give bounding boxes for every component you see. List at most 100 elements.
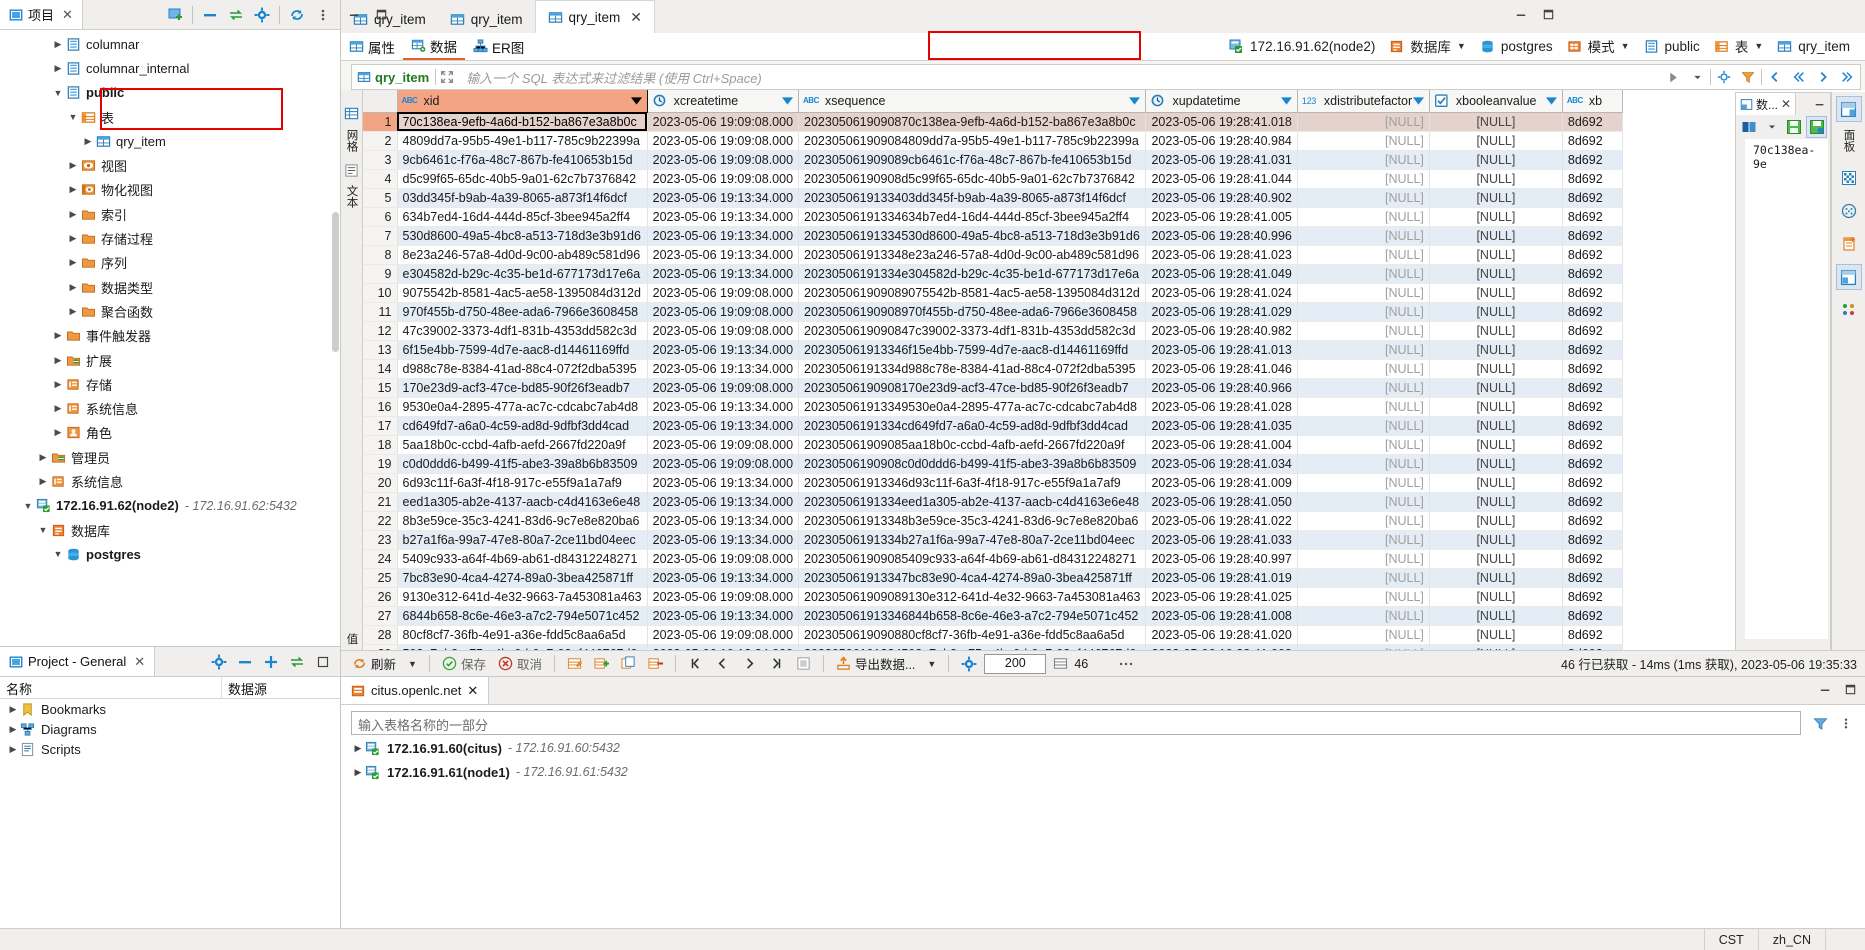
cell-xbooleanvalue[interactable]: [NULL] <box>1429 397 1562 416</box>
cell-xcreatetime[interactable]: 2023-05-06 19:09:08.000 <box>647 378 798 397</box>
minimize-icon[interactable] <box>348 8 361 21</box>
chevron-right-icon[interactable]: ▶ <box>6 704 20 715</box>
cell-xb[interactable]: 8d692 <box>1562 302 1622 321</box>
cell-xdistributefactor[interactable]: [NULL] <box>1297 131 1429 150</box>
row-number[interactable]: 9 <box>363 264 397 283</box>
chevron-right-icon[interactable]: ▶ <box>51 330 65 341</box>
value-panel-content[interactable]: 70c138ea-9e <box>1738 139 1828 639</box>
tree-node[interactable]: ▶索引 <box>0 202 340 226</box>
refresh-icon[interactable] <box>284 2 310 28</box>
cell-xbooleanvalue[interactable]: [NULL] <box>1429 264 1562 283</box>
cell-xb[interactable]: 8d692 <box>1562 112 1622 131</box>
cell-xid[interactable]: eed1a305-ab2e-4137-aacb-c4d4163e6e48 <box>397 492 647 511</box>
result-grid[interactable]: ABCxidxcreatetimeABCxsequencexupdatetime… <box>363 90 1865 676</box>
chevron-down-icon[interactable]: ▼ <box>51 549 65 559</box>
editor-subtab[interactable]: 数据 <box>403 33 465 60</box>
column-header[interactable]: xupdatetime <box>1146 90 1297 112</box>
cell-xb[interactable]: 8d692 <box>1562 397 1622 416</box>
cell-xcreatetime[interactable]: 2023-05-06 19:09:08.000 <box>647 587 798 606</box>
row-number[interactable]: 23 <box>363 530 397 549</box>
nav-forward-all-icon[interactable] <box>1836 66 1858 88</box>
cell-xbooleanvalue[interactable]: [NULL] <box>1429 188 1562 207</box>
cell-xbooleanvalue[interactable]: [NULL] <box>1429 435 1562 454</box>
table-row[interactable]: 9e304582d-b29c-4c35-be1d-677173d17e6a202… <box>363 264 1622 283</box>
tree-node[interactable]: ▶columnar_internal <box>0 56 340 80</box>
row-number[interactable]: 22 <box>363 511 397 530</box>
cell-xid[interactable]: 6844b658-8c6e-46e3-a7c2-794e5071c452 <box>397 606 647 625</box>
settings-gear-icon[interactable] <box>249 2 275 28</box>
chevron-down-icon[interactable]: ▼ <box>36 525 50 535</box>
chevron-right-icon[interactable]: ▶ <box>66 257 80 268</box>
cell-xdistributefactor[interactable]: [NULL] <box>1297 359 1429 378</box>
cell-xupdatetime[interactable]: 2023-05-06 19:28:41.009 <box>1146 473 1297 492</box>
cell-xupdatetime[interactable]: 2023-05-06 19:28:41.013 <box>1146 340 1297 359</box>
more-options-icon[interactable] <box>1113 653 1139 675</box>
minimize-icon[interactable] <box>1515 8 1528 21</box>
text-view-icon[interactable] <box>344 163 359 178</box>
table-row[interactable]: 11970f455b-d750-48ee-ada6-7966e360845820… <box>363 302 1622 321</box>
cancel-button[interactable]: 取消 <box>493 653 547 675</box>
close-icon[interactable]: ✕ <box>62 7 73 23</box>
cell-xb[interactable]: 8d692 <box>1562 150 1622 169</box>
result-filter-bar[interactable]: qry_item 输入一个 SQL 表达式来过滤结果 (使用 Ctrl+Spac… <box>351 64 1861 90</box>
cell-xsequence[interactable]: 202305061909085aa18b0c-ccbd-4afb-aefd-26… <box>799 435 1146 454</box>
nav-forward-icon[interactable] <box>1812 66 1834 88</box>
database-selector[interactable]: 数据库 ▼ <box>1382 36 1472 56</box>
row-number[interactable]: 20 <box>363 473 397 492</box>
cell-xid[interactable]: 7bc83e90-4ca4-4274-89a0-3bea425871ff <box>397 568 647 587</box>
cell-xb[interactable]: 8d692 <box>1562 378 1622 397</box>
cell-xid[interactable]: 8e23a246-57a8-4d0d-9c00-ab489c581d96 <box>397 245 647 264</box>
tree-node[interactable]: ▼表 <box>0 105 340 129</box>
tree-node[interactable]: ▼postgres <box>0 542 340 566</box>
chevron-right-icon[interactable]: ▶ <box>66 306 80 317</box>
cell-xcreatetime[interactable]: 2023-05-06 19:13:34.000 <box>647 416 798 435</box>
cell-xdistributefactor[interactable]: [NULL] <box>1297 264 1429 283</box>
cell-xb[interactable]: 8d692 <box>1562 169 1622 188</box>
grid-view-icon[interactable] <box>344 106 359 121</box>
cell-xid[interactable]: c0d0ddd6-b499-41f5-abe3-39a8b6b83509 <box>397 454 647 473</box>
chevron-down-icon[interactable]: ▼ <box>1754 41 1763 51</box>
grid-settings-icon[interactable] <box>1836 165 1862 191</box>
cell-xcreatetime[interactable]: 2023-05-06 19:13:34.000 <box>647 492 798 511</box>
cell-xcreatetime[interactable]: 2023-05-06 19:09:08.000 <box>647 131 798 150</box>
record-mode-icon[interactable] <box>1836 198 1862 224</box>
link-editor-icon[interactable] <box>223 2 249 28</box>
value-view-label[interactable]: 值 <box>344 633 360 645</box>
chevron-right-icon[interactable]: ▶ <box>36 476 50 487</box>
cell-xupdatetime[interactable]: 2023-05-06 19:28:41.031 <box>1146 150 1297 169</box>
row-number[interactable]: 8 <box>363 245 397 264</box>
schema-selector[interactable]: 模式 ▼ <box>1560 36 1637 56</box>
cell-xbooleanvalue[interactable]: [NULL] <box>1429 226 1562 245</box>
cell-xbooleanvalue[interactable]: [NULL] <box>1429 359 1562 378</box>
filter-input[interactable]: 输入一个 SQL 表达式来过滤结果 (使用 Ctrl+Space) <box>458 68 1662 87</box>
save-button[interactable]: 保存 <box>437 653 491 675</box>
cell-xid[interactable]: 6f15e4bb-7599-4d7e-aac8-d14461169ffd <box>397 340 647 359</box>
nav-back-all-icon[interactable] <box>1788 66 1810 88</box>
cell-xbooleanvalue[interactable]: [NULL] <box>1429 378 1562 397</box>
chevron-down-icon[interactable]: ▼ <box>66 112 80 122</box>
schema-value[interactable]: public <box>1637 39 1707 54</box>
cell-xid[interactable]: 5aa18b0c-ccbd-4afb-aefd-2667fd220a9f <box>397 435 647 454</box>
cell-xsequence[interactable]: 202305061913346844b658-8c6e-46e3-a7c2-79… <box>799 606 1146 625</box>
cell-xsequence[interactable]: 20230506191334e304582d-b29c-4c35-be1d-67… <box>799 264 1146 283</box>
cell-xbooleanvalue[interactable]: [NULL] <box>1429 283 1562 302</box>
table-row[interactable]: 185aa18b0c-ccbd-4afb-aefd-2667fd220a9f20… <box>363 435 1622 454</box>
table-row[interactable]: 503dd345f-b9ab-4a39-8065-a873f14f6dcf202… <box>363 188 1622 207</box>
refresh-button[interactable]: 刷新 <box>347 653 401 675</box>
cell-xdistributefactor[interactable]: [NULL] <box>1297 587 1429 606</box>
cell-xb[interactable]: 8d692 <box>1562 264 1622 283</box>
cell-xupdatetime[interactable]: 2023-05-06 19:28:41.049 <box>1146 264 1297 283</box>
cell-xdistributefactor[interactable]: [NULL] <box>1297 530 1429 549</box>
cell-xupdatetime[interactable]: 2023-05-06 19:28:40.984 <box>1146 131 1297 150</box>
cell-xb[interactable]: 8d692 <box>1562 207 1622 226</box>
cell-xid[interactable]: 5409c933-a64f-4b69-ab61-d84312248271 <box>397 549 647 568</box>
cell-xb[interactable]: 8d692 <box>1562 530 1622 549</box>
row-number[interactable]: 28 <box>363 625 397 644</box>
column-header[interactable]: ABCxb <box>1562 90 1622 112</box>
chevron-right-icon[interactable]: ▶ <box>351 743 365 754</box>
column-sort-icon[interactable] <box>1413 97 1424 105</box>
navigator-scrollbar[interactable] <box>332 32 339 552</box>
cell-xsequence[interactable]: 20230506191334d988c78e-8384-41ad-88c4-07… <box>799 359 1146 378</box>
chevron-right-icon[interactable]: ▶ <box>351 767 365 778</box>
cell-xdistributefactor[interactable]: [NULL] <box>1297 245 1429 264</box>
